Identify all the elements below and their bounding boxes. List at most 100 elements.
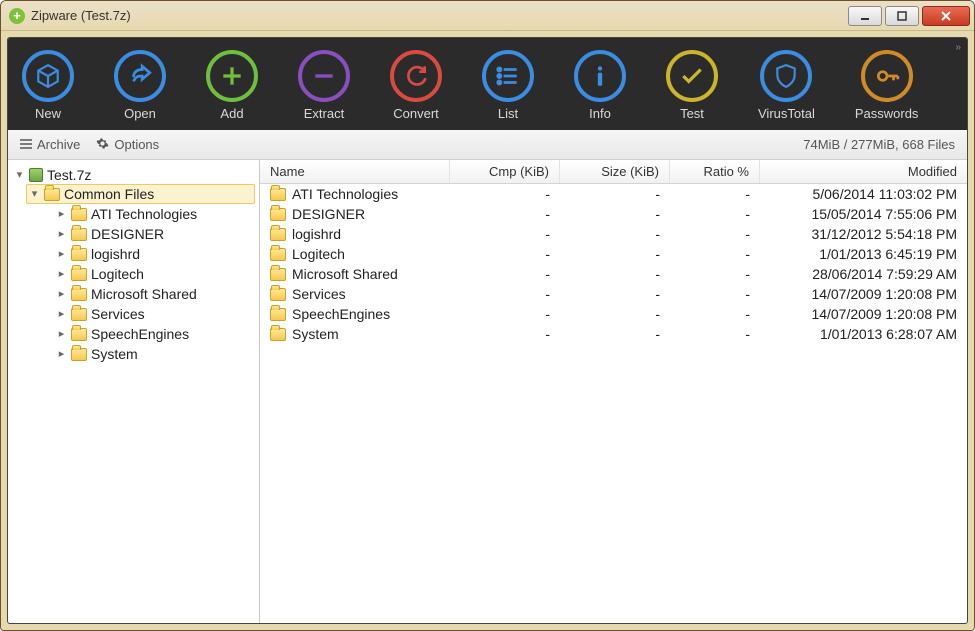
status-text: 74MiB / 277MiB, 668 Files (803, 137, 955, 152)
plus-icon (206, 50, 258, 102)
col-header-size[interactable]: Size (KiB) (560, 160, 670, 183)
toolbar-overflow-icon[interactable]: » (955, 42, 961, 53)
content-panes: ▾ Test.7z ▾ Common Files ▸ATI Technologi… (8, 160, 967, 623)
tree-node-selected[interactable]: ▾ Common Files (26, 184, 255, 204)
expand-icon[interactable]: ▸ (56, 229, 67, 240)
col-header-name[interactable]: Name (260, 160, 450, 183)
cell-cmp: - (450, 284, 560, 304)
cycle-icon (390, 50, 442, 102)
cell-modified: 14/07/2009 1:20:08 PM (760, 284, 967, 304)
folder-icon (71, 208, 87, 221)
tree-node[interactable]: ▸ATI Technologies (48, 204, 255, 224)
toolbar-item-label: Info (589, 106, 611, 121)
cell-ratio: - (670, 184, 760, 204)
collapse-icon[interactable]: ▾ (29, 189, 40, 200)
folder-icon (270, 268, 286, 281)
cell-name: Microsoft Shared (292, 266, 398, 282)
toolbar-item-label: Convert (393, 106, 439, 121)
folder-icon (270, 288, 286, 301)
cell-modified: 31/12/2012 5:54:18 PM (760, 224, 967, 244)
close-button[interactable] (922, 6, 970, 26)
toolbar-item-label: Open (124, 106, 156, 121)
toolbar-item-label: VirusTotal (758, 106, 815, 121)
folder-icon (71, 228, 87, 241)
folder-icon (270, 228, 286, 241)
list-row[interactable]: ATI Technologies---5/06/2014 11:03:02 PM (260, 184, 967, 204)
tree-node[interactable]: ▸logishrd (48, 244, 255, 264)
cell-modified: 14/07/2009 1:20:08 PM (760, 304, 967, 324)
tree-node[interactable]: ▸SpeechEngines (48, 324, 255, 344)
titlebar[interactable]: + Zipware (Test.7z) (1, 1, 974, 31)
folder-icon (71, 288, 87, 301)
expand-icon[interactable]: ▸ (56, 289, 67, 300)
list-row[interactable]: logishrd---31/12/2012 5:54:18 PM (260, 224, 967, 244)
expand-icon[interactable]: ▸ (56, 349, 67, 360)
minimize-button[interactable] (848, 6, 882, 26)
list-row[interactable]: DESIGNER---15/05/2014 7:55:06 PM (260, 204, 967, 224)
main-toolbar: » New Open Add Extract Convert List Info Test Vi… (8, 38, 967, 130)
toolbar-extract-button[interactable]: Extract (298, 50, 350, 121)
tree-node-label: Logitech (91, 266, 144, 282)
toolbar-item-label: New (35, 106, 61, 121)
toolbar-add-button[interactable]: Add (206, 50, 258, 121)
info-icon (574, 50, 626, 102)
tree-root-label: Test.7z (47, 167, 91, 183)
folder-icon (71, 348, 87, 361)
toolbar-virustotal-button[interactable]: VirusTotal (758, 50, 815, 121)
hamburger-icon (20, 137, 32, 152)
tree-node[interactable]: ▸ Logitech (48, 264, 255, 284)
folder-icon (270, 188, 286, 201)
cell-ratio: - (670, 324, 760, 344)
window-controls (845, 6, 970, 26)
toolbar-info-button[interactable]: Info (574, 50, 626, 121)
expand-icon[interactable]: ▸ (56, 269, 67, 280)
expand-icon[interactable]: ▸ (56, 209, 67, 220)
expand-icon[interactable]: ▸ (56, 249, 67, 260)
toolbar-open-button[interactable]: Open (114, 50, 166, 121)
col-header-cmp[interactable]: Cmp (KiB) (450, 160, 560, 183)
folder-icon (270, 208, 286, 221)
col-header-modified[interactable]: Modified (760, 160, 967, 183)
tree-node[interactable]: ▸System (48, 344, 255, 364)
tree-node[interactable]: ▸DESIGNER (48, 224, 255, 244)
list-row[interactable]: Logitech---1/01/2013 6:45:19 PM (260, 244, 967, 264)
expand-icon[interactable]: ▸ (56, 309, 67, 320)
list-header[interactable]: Name Cmp (KiB) Size (KiB) Ratio % Modifi… (260, 160, 967, 184)
tree-node[interactable]: ▸ Services (48, 304, 255, 324)
options-menu[interactable]: Options (96, 137, 159, 153)
list-body[interactable]: ATI Technologies---5/06/2014 11:03:02 PM… (260, 184, 967, 623)
folder-icon (71, 308, 87, 321)
tree-node-label: Services (91, 306, 145, 322)
toolbar-test-button[interactable]: Test (666, 50, 718, 121)
cell-name: Logitech (292, 246, 345, 262)
collapse-icon[interactable]: ▾ (14, 170, 25, 181)
list-row[interactable]: Services---14/07/2009 1:20:08 PM (260, 284, 967, 304)
cell-ratio: - (670, 244, 760, 264)
toolbar-convert-button[interactable]: Convert (390, 50, 442, 121)
toolbar-new-button[interactable]: New (22, 50, 74, 121)
list-row[interactable]: System---1/01/2013 6:28:07 AM (260, 324, 967, 344)
maximize-button[interactable] (885, 6, 919, 26)
cell-name: SpeechEngines (292, 306, 390, 322)
list-row[interactable]: Microsoft Shared---28/06/2014 7:59:29 AM (260, 264, 967, 284)
cell-name: DESIGNER (292, 206, 365, 222)
cell-modified: 1/01/2013 6:28:07 AM (760, 324, 967, 344)
expand-icon[interactable]: ▸ (56, 329, 67, 340)
tree-pane[interactable]: ▾ Test.7z ▾ Common Files ▸ATI Technologi… (8, 160, 260, 623)
cell-name: Services (292, 286, 346, 302)
cell-size: - (560, 184, 670, 204)
toolbar-passwords-button[interactable]: Passwords (855, 50, 919, 121)
gear-icon (96, 137, 109, 153)
archive-menu[interactable]: Archive (20, 137, 80, 152)
col-header-ratio[interactable]: Ratio % (670, 160, 760, 183)
cell-ratio: - (670, 284, 760, 304)
cell-ratio: - (670, 204, 760, 224)
tree-root-node[interactable]: ▾ Test.7z (12, 166, 255, 184)
list-row[interactable]: SpeechEngines---14/07/2009 1:20:08 PM (260, 304, 967, 324)
cell-size: - (560, 284, 670, 304)
tree-node[interactable]: ▸Microsoft Shared (48, 284, 255, 304)
toolbar-list-button[interactable]: List (482, 50, 534, 121)
options-menu-label: Options (114, 137, 159, 152)
folder-icon (270, 328, 286, 341)
toolbar-item-label: Passwords (855, 106, 919, 121)
